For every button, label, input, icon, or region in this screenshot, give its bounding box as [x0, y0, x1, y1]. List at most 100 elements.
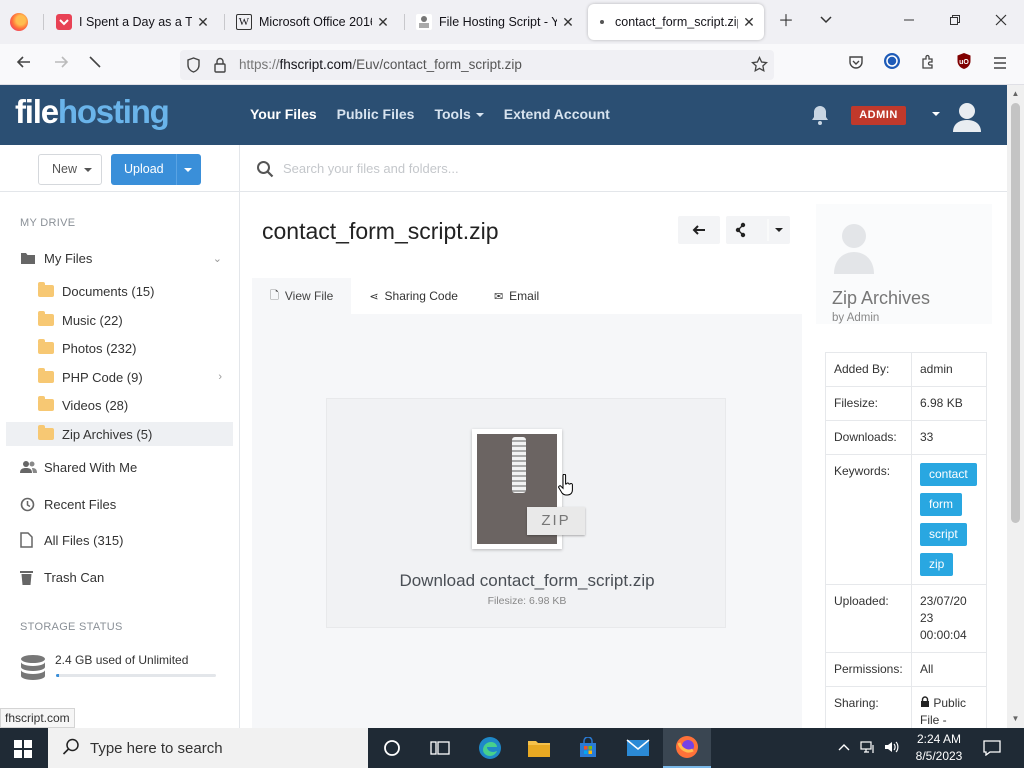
pocket-save-icon[interactable]: [843, 52, 869, 78]
zip-file-icon[interactable]: ZIP: [472, 429, 585, 549]
sidebar-folder-zip-archives[interactable]: Zip Archives (5): [6, 422, 233, 446]
shield-icon[interactable]: [186, 57, 201, 76]
my-drive-heading: MY DRIVE: [20, 217, 76, 229]
nav-your-files[interactable]: Your Files: [250, 106, 317, 122]
close-tab-icon[interactable]: ✕: [742, 14, 756, 31]
search-input[interactable]: [283, 158, 783, 178]
file-view: contact_form_script.zip 🗋 View File ⋖ Shar…: [240, 192, 806, 728]
sidebar-item-my-files[interactable]: My Files ⌄: [20, 246, 232, 270]
keyword-tag[interactable]: form: [920, 493, 962, 516]
site-logo[interactable]: filehosting: [15, 93, 170, 131]
hamburger-menu-icon[interactable]: [987, 52, 1013, 78]
list-tabs-icon[interactable]: [814, 10, 838, 34]
account-dropdown-icon[interactable]: [932, 112, 940, 116]
maximize-icon[interactable]: [943, 10, 967, 34]
lock-icon[interactable]: [213, 57, 227, 76]
chevron-up-icon[interactable]: [838, 741, 850, 755]
chevron-down-icon: [475, 113, 484, 118]
windows-start-icon[interactable]: [14, 740, 32, 758]
upload-button[interactable]: Upload: [111, 154, 201, 185]
browser-tab-3[interactable]: File Hosting Script - Yet ✕: [408, 4, 583, 40]
close-tab-icon[interactable]: ✕: [196, 14, 210, 31]
close-tab-icon[interactable]: ✕: [561, 14, 575, 31]
sidebar-item-label: Recent Files: [44, 496, 117, 512]
page-title: contact_form_script.zip: [262, 218, 499, 244]
folder-open-icon: [20, 251, 38, 265]
close-tab-icon[interactable]: ✕: [376, 14, 390, 31]
folder-name[interactable]: Zip Archives: [832, 288, 930, 309]
keyword-tag[interactable]: zip: [920, 553, 954, 576]
sidebar-item-label: PHP Code (9): [62, 369, 143, 385]
back-icon[interactable]: [11, 52, 37, 78]
scroll-down-icon[interactable]: ▼: [1007, 712, 1024, 726]
firefox-taskbar-icon[interactable]: [663, 728, 711, 768]
extensions-icon[interactable]: [915, 52, 941, 78]
download-card[interactable]: ZIP Download contact_form_script.zip Fil…: [326, 398, 726, 628]
chevron-right-icon[interactable]: ›: [218, 371, 222, 383]
minimize-icon[interactable]: [897, 10, 921, 34]
new-button[interactable]: New: [38, 154, 102, 185]
browser-tab-active[interactable]: contact_form_script.zip ✕: [588, 4, 764, 40]
sidebar-item-recent[interactable]: Recent Files: [20, 492, 232, 516]
mail-icon[interactable]: [614, 728, 662, 768]
table-row: Downloads: 33: [825, 420, 987, 455]
forward-icon[interactable]: [48, 52, 74, 78]
close-window-icon[interactable]: [989, 10, 1013, 34]
sidebar-folder-photos[interactable]: Photos (232): [38, 336, 232, 360]
edge-icon[interactable]: [466, 728, 514, 768]
volume-icon[interactable]: [884, 740, 900, 757]
tab-title: I Spent a Day as a Time: [79, 15, 192, 29]
browser-nav-bar: https://fhscript.com/Euv/contact_form_sc…: [0, 44, 1024, 85]
taskbar-clock[interactable]: 2:24 AM 8/5/2023: [908, 731, 970, 765]
notification-icon[interactable]: [968, 728, 1016, 768]
nav-extend-account[interactable]: Extend Account: [504, 106, 610, 122]
back-button[interactable]: [678, 216, 720, 244]
scrollbar-thumb[interactable]: [1011, 103, 1020, 523]
scroll-up-icon[interactable]: ▲: [1007, 87, 1024, 101]
account-icon[interactable]: [879, 52, 905, 78]
browser-tab-1[interactable]: I Spent a Day as a Time ✕: [48, 4, 218, 40]
download-link[interactable]: Download contact_form_script.zip: [327, 571, 727, 591]
user-avatar[interactable]: [951, 100, 983, 132]
address-bar[interactable]: https://fhscript.com/Euv/contact_form_sc…: [180, 50, 774, 80]
tab-email[interactable]: ✉ Email: [476, 278, 557, 314]
sidebar-item-label: Documents (15): [62, 283, 155, 299]
sidebar-folder-documents[interactable]: Documents (15): [38, 279, 232, 303]
folder-icon: [38, 396, 56, 411]
tab-sharing-code[interactable]: ⋖ Sharing Code: [351, 278, 476, 314]
store-icon[interactable]: [564, 728, 612, 768]
keyword-tag[interactable]: script: [920, 523, 967, 546]
folder-icon: [38, 311, 56, 326]
task-view-icon[interactable]: [416, 728, 464, 768]
sidebar-folder-php-code[interactable]: PHP Code (9) ›: [38, 365, 232, 389]
admin-badge[interactable]: ADMIN: [851, 106, 906, 125]
page-scrollbar[interactable]: ▲ ▼: [1007, 85, 1024, 728]
network-icon[interactable]: [860, 740, 876, 757]
tab-view-file[interactable]: 🗋 View File: [252, 278, 352, 314]
new-tab-icon[interactable]: ＋: [774, 10, 798, 34]
url-text[interactable]: https://fhscript.com/Euv/contact_form_sc…: [239, 57, 522, 72]
search-icon: [62, 738, 80, 759]
stop-loading-icon[interactable]: [82, 52, 108, 78]
bookmark-star-icon[interactable]: [751, 55, 768, 76]
taskbar-search[interactable]: Type here to search: [48, 728, 368, 768]
nav-public-files[interactable]: Public Files: [337, 106, 415, 122]
firefox-menu-icon[interactable]: [10, 13, 28, 31]
ublock-icon[interactable]: uO: [951, 52, 977, 78]
file-explorer-icon[interactable]: [515, 728, 563, 768]
bell-icon[interactable]: [810, 104, 830, 126]
search-icon: [256, 160, 274, 178]
cortana-icon[interactable]: [368, 728, 416, 768]
sidebar-item-all-files[interactable]: All Files (315): [20, 528, 232, 552]
sidebar-item-trash[interactable]: Trash Can: [20, 565, 232, 589]
share-button[interactable]: [726, 216, 790, 244]
sidebar-item-shared[interactable]: Shared With Me: [20, 455, 232, 479]
eye-icon: 🗋: [270, 289, 279, 302]
chevron-down-icon[interactable]: ⌄: [213, 252, 222, 265]
nav-tools[interactable]: Tools: [434, 106, 484, 122]
sidebar-folder-videos[interactable]: Videos (28): [38, 393, 232, 417]
browser-tab-2[interactable]: W Microsoft Office 2016 P ✕: [228, 4, 398, 40]
keyword-tag[interactable]: contact: [920, 463, 977, 486]
sidebar-folder-music[interactable]: Music (22): [38, 308, 232, 332]
upload-options-icon[interactable]: [184, 168, 192, 172]
